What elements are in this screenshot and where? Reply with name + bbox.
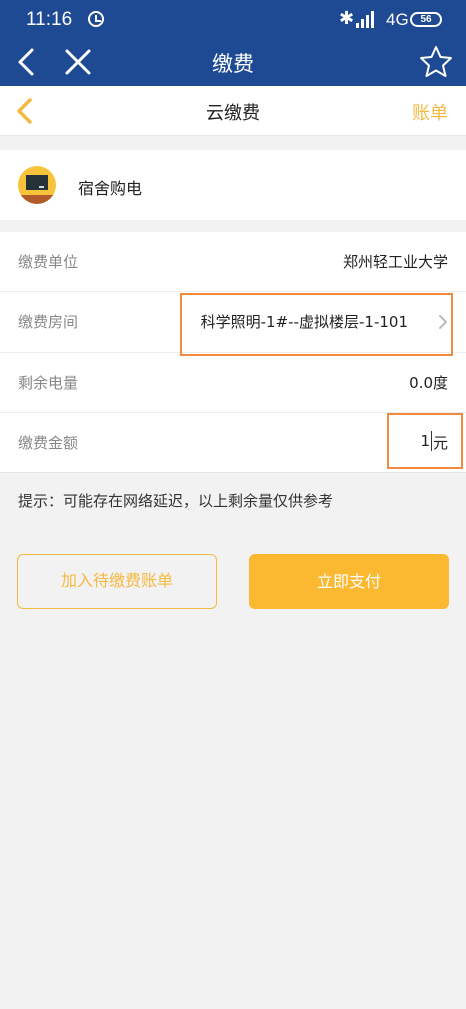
room-highlight-box <box>180 293 453 356</box>
tip-text: 提示：可能存在网络延迟，以上剩余量仅供参考 <box>18 492 334 510</box>
pay-now-button[interactable]: 立即支付 <box>249 554 449 609</box>
classroom-icon <box>18 166 56 204</box>
status-bar: 11:16 ✱ 4G 56 <box>0 0 466 38</box>
service-label: 宿舍购电 <box>78 179 143 198</box>
payment-form: 缴费单位 郑州轻工业大学 缴费房间 科学照明-1#--虚拟楼层-1-101 剩余… <box>0 232 466 473</box>
bill-link[interactable]: 账单 <box>412 99 448 125</box>
status-time: 11:16 <box>26 9 73 30</box>
sub-title: 云缴费 <box>206 103 260 124</box>
nav-bar: 缴费 <box>0 38 466 86</box>
remaining-value: 0.0度 <box>409 374 448 392</box>
add-to-bill-button[interactable]: 加入待缴费账单 <box>17 554 217 609</box>
bluetooth-icon: ✱ <box>339 8 355 29</box>
sub-header: 云缴费 账单 <box>0 86 466 136</box>
unit-label: 缴费单位 <box>18 253 79 271</box>
battery-icon: 56 <box>410 12 442 27</box>
star-icon[interactable] <box>416 42 456 82</box>
remaining-row: 剩余电量 0.0度 <box>0 353 466 413</box>
unit-value: 郑州轻工业大学 <box>342 253 448 271</box>
room-label: 缴费房间 <box>18 313 79 331</box>
amount-row: 缴费金额 1 元 <box>0 413 466 473</box>
amount-highlight-box <box>387 413 463 469</box>
room-row[interactable]: 缴费房间 科学照明-1#--虚拟楼层-1-101 <box>0 292 466 356</box>
service-card[interactable]: 宿舍购电 <box>0 150 466 220</box>
unit-row: 缴费单位 郑州轻工业大学 <box>0 232 466 292</box>
remaining-label: 剩余电量 <box>18 374 79 392</box>
page-title: 缴费 <box>212 52 254 76</box>
alarm-icon <box>88 11 104 27</box>
network-label: 4G <box>386 10 409 29</box>
amount-label: 缴费金额 <box>18 434 79 452</box>
signal-icon <box>356 10 382 28</box>
